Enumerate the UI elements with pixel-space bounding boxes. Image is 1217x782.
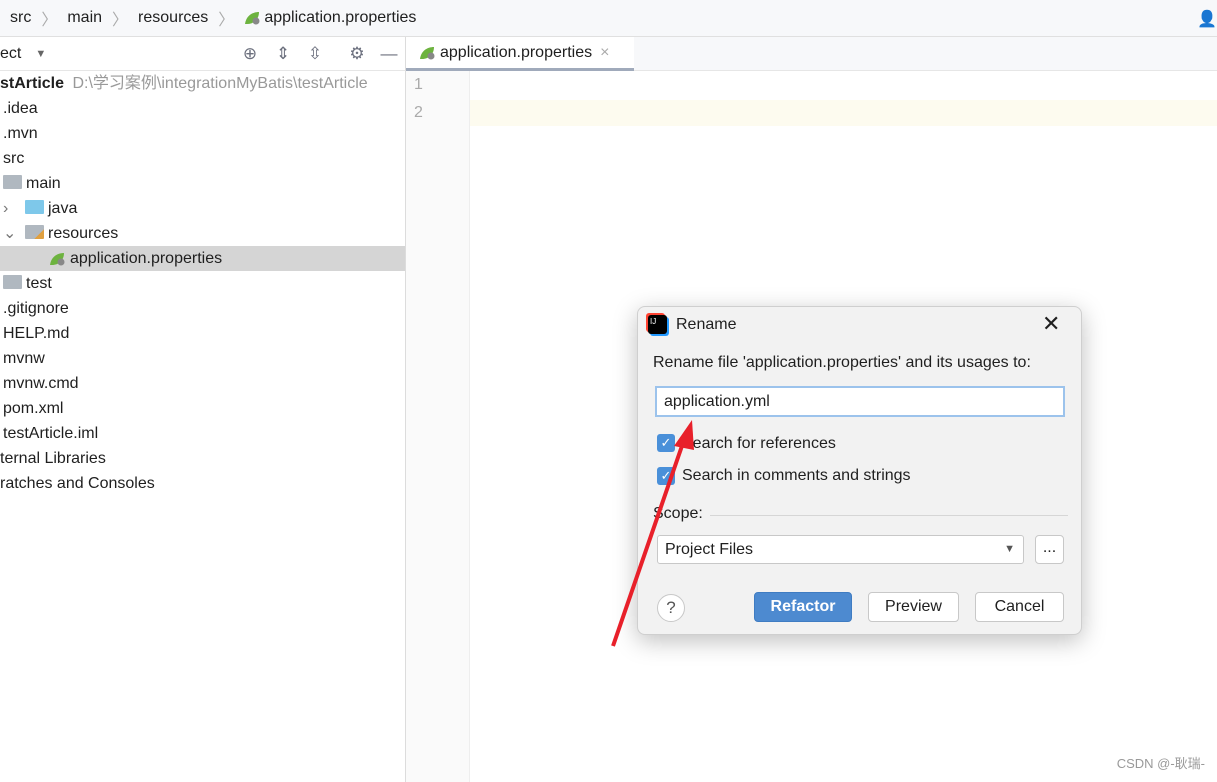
watermark: CSDN @-耿瑞- xyxy=(1116,756,1205,771)
arrow-head xyxy=(674,420,694,450)
arrow-shaft xyxy=(611,439,686,647)
annotation-arrow xyxy=(611,420,694,647)
